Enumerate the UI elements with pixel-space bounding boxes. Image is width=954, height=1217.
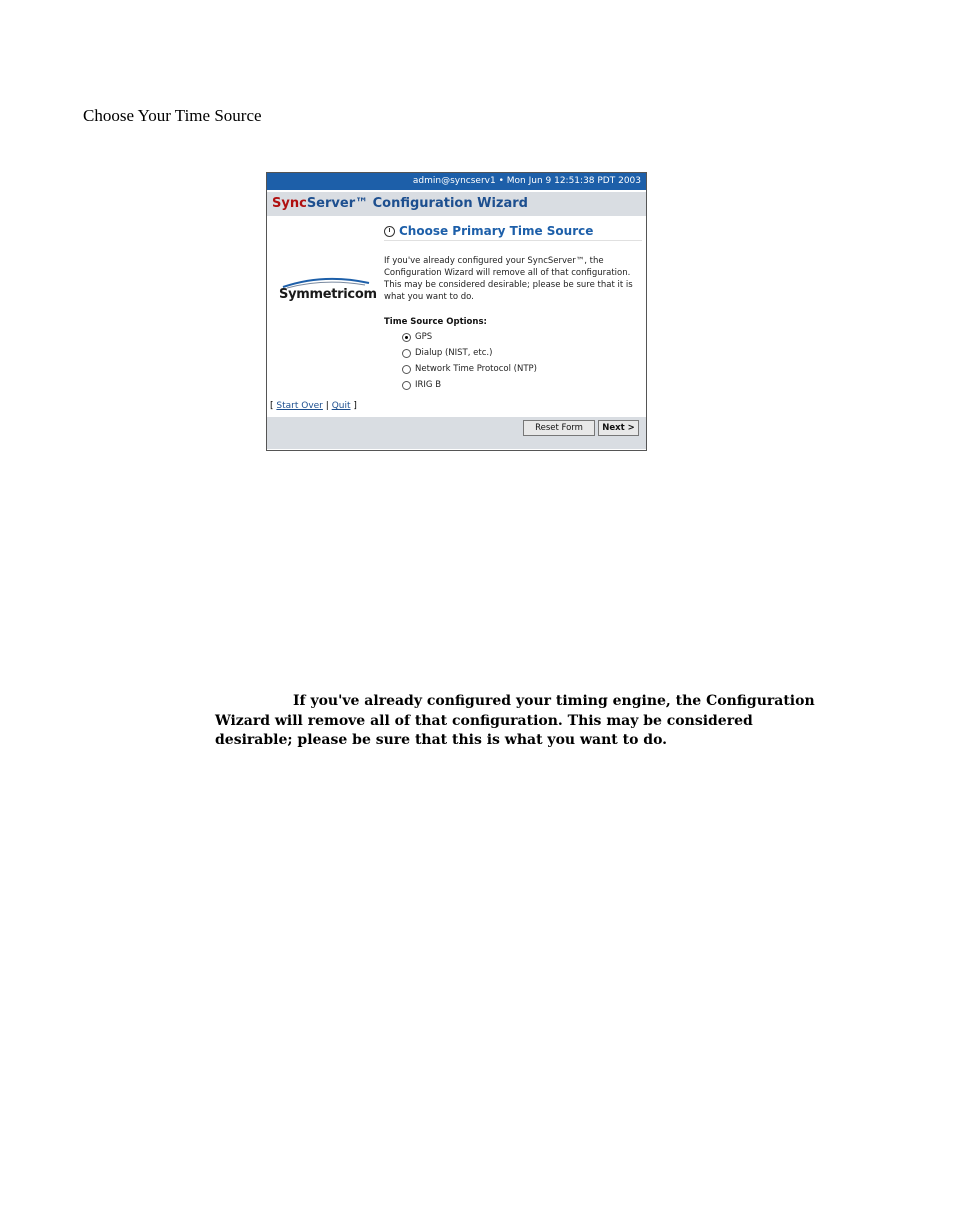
option-dialup[interactable]: Dialup (NIST, etc.) bbox=[402, 345, 642, 361]
bracket-close: ] bbox=[353, 401, 357, 411]
section-title: Choose Your Time Source bbox=[83, 106, 262, 125]
page-title: Choose Primary Time Source bbox=[384, 217, 642, 241]
bracket-open: [ bbox=[270, 401, 274, 411]
symmetricom-logo: Symmetricom bbox=[279, 275, 377, 315]
next-button[interactable]: Next > bbox=[598, 420, 639, 436]
left-column: Symmetricom bbox=[267, 217, 379, 417]
wizard-screenshot: admin@syncserv1 • Mon Jun 9 12:51:38 PDT… bbox=[266, 172, 647, 451]
option-label: IRIG B bbox=[415, 380, 442, 390]
option-label: Dialup (NIST, etc.) bbox=[415, 348, 493, 358]
app-title-sync: Sync bbox=[272, 196, 307, 211]
radio-dialup[interactable] bbox=[402, 348, 411, 358]
option-label: GPS bbox=[415, 332, 433, 342]
nav-links: [ Start Over | Quit ] bbox=[270, 401, 357, 411]
quit-link[interactable]: Quit bbox=[332, 401, 351, 411]
time-source-options: GPS Dialup (NIST, etc.) Network Time Pro… bbox=[402, 329, 642, 393]
link-separator: | bbox=[325, 401, 329, 411]
option-irig-b[interactable]: IRIG B bbox=[402, 377, 642, 393]
page-title-text: Choose Primary Time Source bbox=[399, 224, 594, 238]
options-label: Time Source Options: bbox=[384, 317, 487, 327]
option-ntp[interactable]: Network Time Protocol (NTP) bbox=[402, 361, 642, 377]
app-title-rest: Server™ Configuration Wizard bbox=[306, 196, 528, 211]
status-bar: admin@syncserv1 • Mon Jun 9 12:51:38 PDT… bbox=[267, 173, 646, 190]
wizard-description: If you've already configured your SyncSe… bbox=[384, 256, 633, 302]
caution-note: If you've already configured your timing… bbox=[215, 693, 815, 748]
start-over-link[interactable]: Start Over bbox=[276, 401, 323, 411]
app-title: SyncServer™ Configuration Wizard bbox=[267, 192, 646, 216]
clock-icon bbox=[384, 225, 395, 237]
radio-irig-b[interactable] bbox=[402, 380, 411, 390]
wizard-content: Choose Primary Time Source If you've alr… bbox=[384, 217, 642, 393]
wizard-footer: Reset Form Next > bbox=[267, 417, 646, 449]
radio-ntp[interactable] bbox=[402, 364, 411, 374]
option-label: Network Time Protocol (NTP) bbox=[415, 364, 537, 374]
radio-gps[interactable] bbox=[402, 332, 411, 342]
logo-text: Symmetricom bbox=[279, 287, 377, 302]
option-gps[interactable]: GPS bbox=[402, 329, 642, 345]
reset-form-button[interactable]: Reset Form bbox=[523, 420, 595, 436]
